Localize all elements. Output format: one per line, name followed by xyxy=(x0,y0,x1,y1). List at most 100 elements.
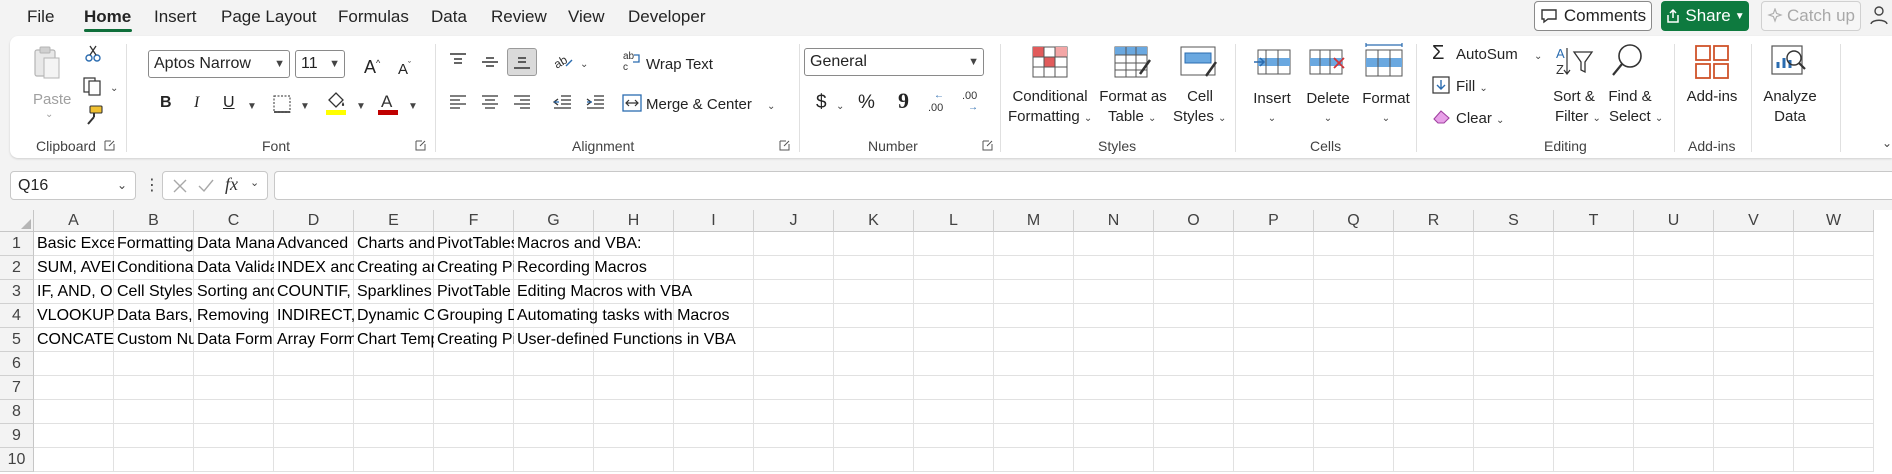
dialog-launcher-icon[interactable] xyxy=(104,140,115,151)
cell-K8[interactable] xyxy=(834,400,914,424)
wrap-text-button[interactable]: Wrap Text xyxy=(646,56,713,74)
find-select-label-2[interactable]: Select ⌄ xyxy=(1609,108,1663,128)
cell-L4[interactable] xyxy=(914,304,994,328)
catch-up-button[interactable]: Catch up xyxy=(1761,1,1861,31)
cell-R10[interactable] xyxy=(1394,448,1474,472)
autosum-label[interactable]: AutoSum xyxy=(1456,46,1518,64)
cell-D8[interactable] xyxy=(274,400,354,424)
column-header[interactable]: O xyxy=(1154,210,1234,232)
column-header[interactable]: D xyxy=(274,210,354,232)
cell-M4[interactable] xyxy=(994,304,1074,328)
cell-T5[interactable] xyxy=(1554,328,1634,352)
paste-dropdown-icon[interactable]: ⌄ xyxy=(45,106,53,124)
cell-L9[interactable] xyxy=(914,424,994,448)
cell-C10[interactable] xyxy=(194,448,274,472)
cell-E7[interactable] xyxy=(354,376,434,400)
cell-P1[interactable] xyxy=(1234,232,1314,256)
decrease-indent-icon[interactable] xyxy=(552,94,572,110)
cell-B7[interactable] xyxy=(114,376,194,400)
cell-U1[interactable] xyxy=(1634,232,1714,256)
tab-review[interactable]: Review xyxy=(491,7,547,27)
cell-P6[interactable] xyxy=(1234,352,1314,376)
orientation-dropdown-icon[interactable]: ⌄ xyxy=(580,56,588,74)
cell-V9[interactable] xyxy=(1714,424,1794,448)
cell-J9[interactable] xyxy=(754,424,834,448)
cell-B8[interactable] xyxy=(114,400,194,424)
cell-S4[interactable] xyxy=(1474,304,1554,328)
cell-O5[interactable] xyxy=(1154,328,1234,352)
cell-P8[interactable] xyxy=(1234,400,1314,424)
cell-O8[interactable] xyxy=(1154,400,1234,424)
cell-G6[interactable] xyxy=(514,352,594,376)
column-header[interactable]: Q xyxy=(1314,210,1394,232)
align-right-icon[interactable] xyxy=(512,94,532,110)
cell-C8[interactable] xyxy=(194,400,274,424)
cell-V5[interactable] xyxy=(1714,328,1794,352)
column-header[interactable]: V xyxy=(1714,210,1794,232)
decrease-decimal-button[interactable]: .00 → xyxy=(962,90,988,118)
cell-R2[interactable] xyxy=(1394,256,1474,280)
italic-button[interactable]: I xyxy=(194,94,199,112)
add-ins-icon[interactable] xyxy=(1694,44,1730,80)
align-center-icon[interactable] xyxy=(480,94,500,110)
percent-button[interactable]: % xyxy=(858,93,875,112)
cell-J8[interactable] xyxy=(754,400,834,424)
tab-page-layout[interactable]: Page Layout xyxy=(221,7,316,27)
cell-Q2[interactable] xyxy=(1314,256,1394,280)
cell-M2[interactable] xyxy=(994,256,1074,280)
cell-K2[interactable] xyxy=(834,256,914,280)
autosum-dropdown-icon[interactable]: ⌄ xyxy=(1534,48,1542,66)
cancel-icon[interactable] xyxy=(172,178,188,194)
cell-E6[interactable] xyxy=(354,352,434,376)
cell-L7[interactable] xyxy=(914,376,994,400)
format-as-table-icon[interactable] xyxy=(1114,46,1152,78)
cell-H10[interactable] xyxy=(594,448,674,472)
cell-F8[interactable] xyxy=(434,400,514,424)
column-header[interactable]: H xyxy=(594,210,674,232)
cell-M5[interactable] xyxy=(994,328,1074,352)
cell-T10[interactable] xyxy=(1554,448,1634,472)
column-header[interactable]: J xyxy=(754,210,834,232)
font-color-icon[interactable]: A xyxy=(376,90,400,116)
delete-cells-label[interactable]: Delete xyxy=(1302,90,1354,108)
delete-dropdown-icon[interactable]: ⌄ xyxy=(1302,110,1354,128)
cell-S8[interactable] xyxy=(1474,400,1554,424)
cell-W1[interactable] xyxy=(1794,232,1874,256)
column-header[interactable]: L xyxy=(914,210,994,232)
cell-O1[interactable] xyxy=(1154,232,1234,256)
cell-K10[interactable] xyxy=(834,448,914,472)
cell-P4[interactable] xyxy=(1234,304,1314,328)
cell-R4[interactable] xyxy=(1394,304,1474,328)
cell-V8[interactable] xyxy=(1714,400,1794,424)
cell-L2[interactable] xyxy=(914,256,994,280)
cell-I9[interactable] xyxy=(674,424,754,448)
cell-Q5[interactable] xyxy=(1314,328,1394,352)
insert-cells-icon[interactable] xyxy=(1252,48,1292,78)
borders-dropdown-icon[interactable]: ▼ xyxy=(300,98,310,116)
cell-Q4[interactable] xyxy=(1314,304,1394,328)
insert-cells-label[interactable]: Insert xyxy=(1246,90,1298,108)
cell-R8[interactable] xyxy=(1394,400,1474,424)
column-header[interactable]: E xyxy=(354,210,434,232)
analyze-data-label-1[interactable]: Analyze xyxy=(1758,88,1822,106)
select-all-corner[interactable] xyxy=(0,210,34,232)
cell-T1[interactable] xyxy=(1554,232,1634,256)
cell-V7[interactable] xyxy=(1714,376,1794,400)
cell-O10[interactable] xyxy=(1154,448,1234,472)
cell-C7[interactable] xyxy=(194,376,274,400)
row-header[interactable]: 10 xyxy=(0,448,34,472)
row-header[interactable]: 5 xyxy=(0,328,34,352)
cell-V1[interactable] xyxy=(1714,232,1794,256)
cell-P3[interactable] xyxy=(1234,280,1314,304)
analyze-data-label-2[interactable]: Data xyxy=(1758,108,1822,126)
cell-K4[interactable] xyxy=(834,304,914,328)
borders-icon[interactable] xyxy=(272,94,292,114)
cell-Q8[interactable] xyxy=(1314,400,1394,424)
comma-style-button[interactable]: 9 xyxy=(898,90,909,112)
cell-T4[interactable] xyxy=(1554,304,1634,328)
cell-L3[interactable] xyxy=(914,280,994,304)
cell-N8[interactable] xyxy=(1074,400,1154,424)
cell-U3[interactable] xyxy=(1634,280,1714,304)
cell-O7[interactable] xyxy=(1154,376,1234,400)
merge-center-icon[interactable] xyxy=(622,94,642,112)
